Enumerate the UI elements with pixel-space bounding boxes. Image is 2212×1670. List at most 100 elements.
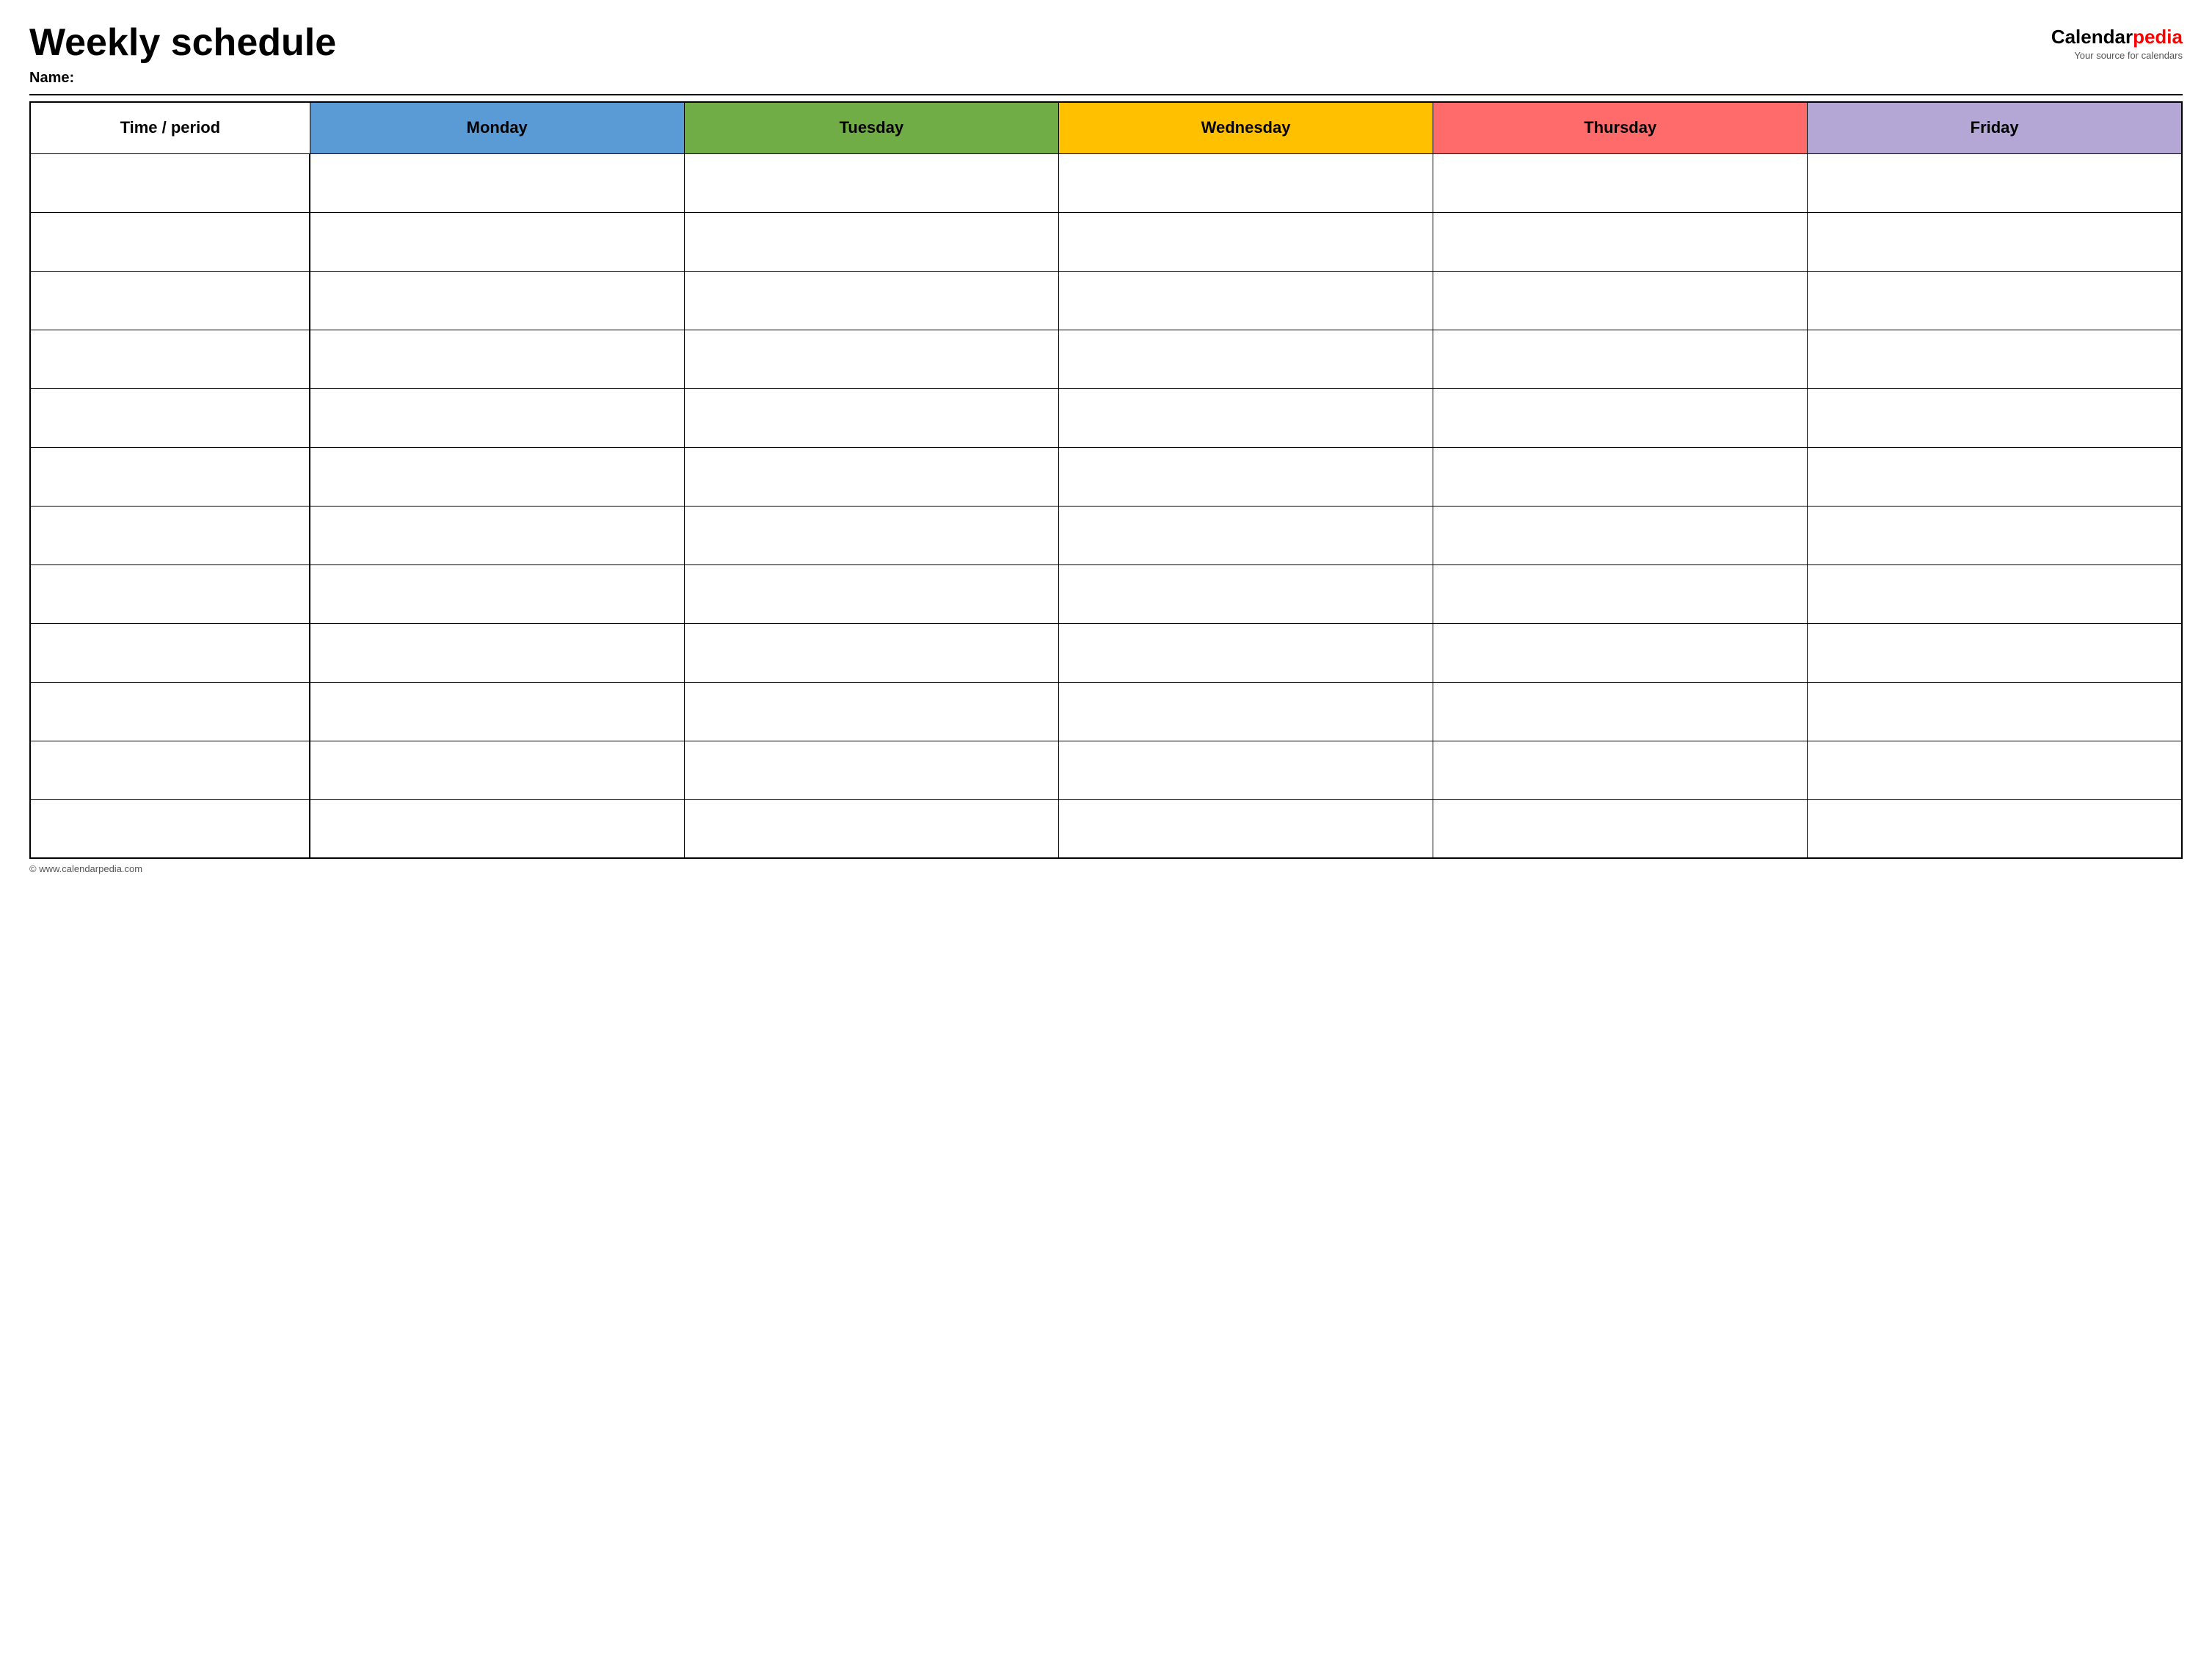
schedule-cell[interactable] [1808, 682, 2182, 741]
schedule-cell[interactable] [1808, 506, 2182, 564]
time-cell [30, 388, 310, 447]
schedule-cell[interactable] [1058, 623, 1433, 682]
page-title: Weekly schedule [29, 22, 336, 64]
schedule-cell[interactable] [310, 682, 684, 741]
schedule-cell[interactable] [310, 153, 684, 212]
schedule-cell[interactable] [1433, 799, 1808, 858]
table-row [30, 564, 2182, 623]
header-time: Time / period [30, 102, 310, 153]
table-row [30, 330, 2182, 388]
schedule-cell[interactable] [1808, 330, 2182, 388]
schedule-cell[interactable] [1058, 212, 1433, 271]
time-cell [30, 741, 310, 799]
schedule-cell[interactable] [1433, 388, 1808, 447]
schedule-cell[interactable] [1058, 799, 1433, 858]
schedule-cell[interactable] [1808, 741, 2182, 799]
schedule-cell[interactable] [310, 564, 684, 623]
schedule-cell[interactable] [1808, 212, 2182, 271]
time-cell [30, 447, 310, 506]
time-cell [30, 506, 310, 564]
schedule-cell[interactable] [1808, 564, 2182, 623]
schedule-cell[interactable] [684, 212, 1058, 271]
schedule-cell[interactable] [310, 330, 684, 388]
schedule-cell[interactable] [684, 271, 1058, 330]
time-cell [30, 623, 310, 682]
logo-pedia-part: pedia [2133, 26, 2183, 48]
schedule-cell[interactable] [310, 506, 684, 564]
schedule-cell[interactable] [684, 447, 1058, 506]
table-row [30, 682, 2182, 741]
schedule-cell[interactable] [1808, 388, 2182, 447]
name-label: Name: [29, 70, 336, 87]
schedule-cell[interactable] [310, 623, 684, 682]
schedule-cell[interactable] [1808, 799, 2182, 858]
schedule-cell[interactable] [684, 564, 1058, 623]
schedule-cell[interactable] [1058, 741, 1433, 799]
table-row [30, 447, 2182, 506]
table-row [30, 271, 2182, 330]
schedule-cell[interactable] [684, 153, 1058, 212]
schedule-cell[interactable] [1433, 741, 1808, 799]
title-section: Weekly schedule Name: [29, 22, 336, 87]
header-tuesday: Tuesday [684, 102, 1058, 153]
table-row [30, 799, 2182, 858]
table-row [30, 153, 2182, 212]
logo-section: Calendarpedia Your source for calendars [2051, 22, 2183, 61]
schedule-cell[interactable] [684, 388, 1058, 447]
time-cell [30, 153, 310, 212]
logo-text: Calendarpedia [2051, 26, 2183, 48]
schedule-cell[interactable] [1058, 330, 1433, 388]
schedule-cell[interactable] [310, 799, 684, 858]
schedule-cell[interactable] [1058, 447, 1433, 506]
schedule-table: Time / period Monday Tuesday Wednesday T… [29, 101, 2183, 859]
schedule-cell[interactable] [310, 212, 684, 271]
schedule-cell[interactable] [1808, 153, 2182, 212]
schedule-cell[interactable] [310, 388, 684, 447]
schedule-cell[interactable] [310, 447, 684, 506]
footer: © www.calendarpedia.com [29, 863, 2183, 874]
time-cell [30, 271, 310, 330]
schedule-cell[interactable] [684, 799, 1058, 858]
table-row [30, 212, 2182, 271]
schedule-cell[interactable] [1808, 271, 2182, 330]
table-header-row: Time / period Monday Tuesday Wednesday T… [30, 102, 2182, 153]
top-divider [29, 94, 2183, 95]
schedule-cell[interactable] [1058, 153, 1433, 212]
schedule-cell[interactable] [1433, 153, 1808, 212]
schedule-cell[interactable] [1058, 564, 1433, 623]
schedule-cell[interactable] [1433, 330, 1808, 388]
footer-url: © www.calendarpedia.com [29, 863, 142, 874]
page-header: Weekly schedule Name: Calendarpedia Your… [29, 22, 2183, 87]
schedule-cell[interactable] [310, 741, 684, 799]
schedule-cell[interactable] [1433, 447, 1808, 506]
time-cell [30, 564, 310, 623]
header-friday: Friday [1808, 102, 2182, 153]
logo-tagline: Your source for calendars [2074, 50, 2183, 61]
schedule-cell[interactable] [684, 682, 1058, 741]
header-monday: Monday [310, 102, 684, 153]
header-wednesday: Wednesday [1058, 102, 1433, 153]
schedule-cell[interactable] [1433, 623, 1808, 682]
table-row [30, 741, 2182, 799]
schedule-cell[interactable] [1433, 271, 1808, 330]
schedule-cell[interactable] [684, 623, 1058, 682]
table-row [30, 506, 2182, 564]
schedule-cell[interactable] [1808, 447, 2182, 506]
schedule-cell[interactable] [310, 271, 684, 330]
schedule-cell[interactable] [684, 506, 1058, 564]
schedule-cell[interactable] [1808, 623, 2182, 682]
schedule-cell[interactable] [1058, 506, 1433, 564]
schedule-cell[interactable] [1433, 682, 1808, 741]
schedule-cell[interactable] [1433, 506, 1808, 564]
schedule-cell[interactable] [684, 741, 1058, 799]
time-cell [30, 682, 310, 741]
header-thursday: Thursday [1433, 102, 1808, 153]
schedule-cell[interactable] [1433, 564, 1808, 623]
logo-calendar-part: Calendar [2051, 26, 2133, 48]
schedule-cell[interactable] [1433, 212, 1808, 271]
table-row [30, 623, 2182, 682]
schedule-cell[interactable] [1058, 682, 1433, 741]
schedule-cell[interactable] [684, 330, 1058, 388]
schedule-cell[interactable] [1058, 388, 1433, 447]
schedule-cell[interactable] [1058, 271, 1433, 330]
